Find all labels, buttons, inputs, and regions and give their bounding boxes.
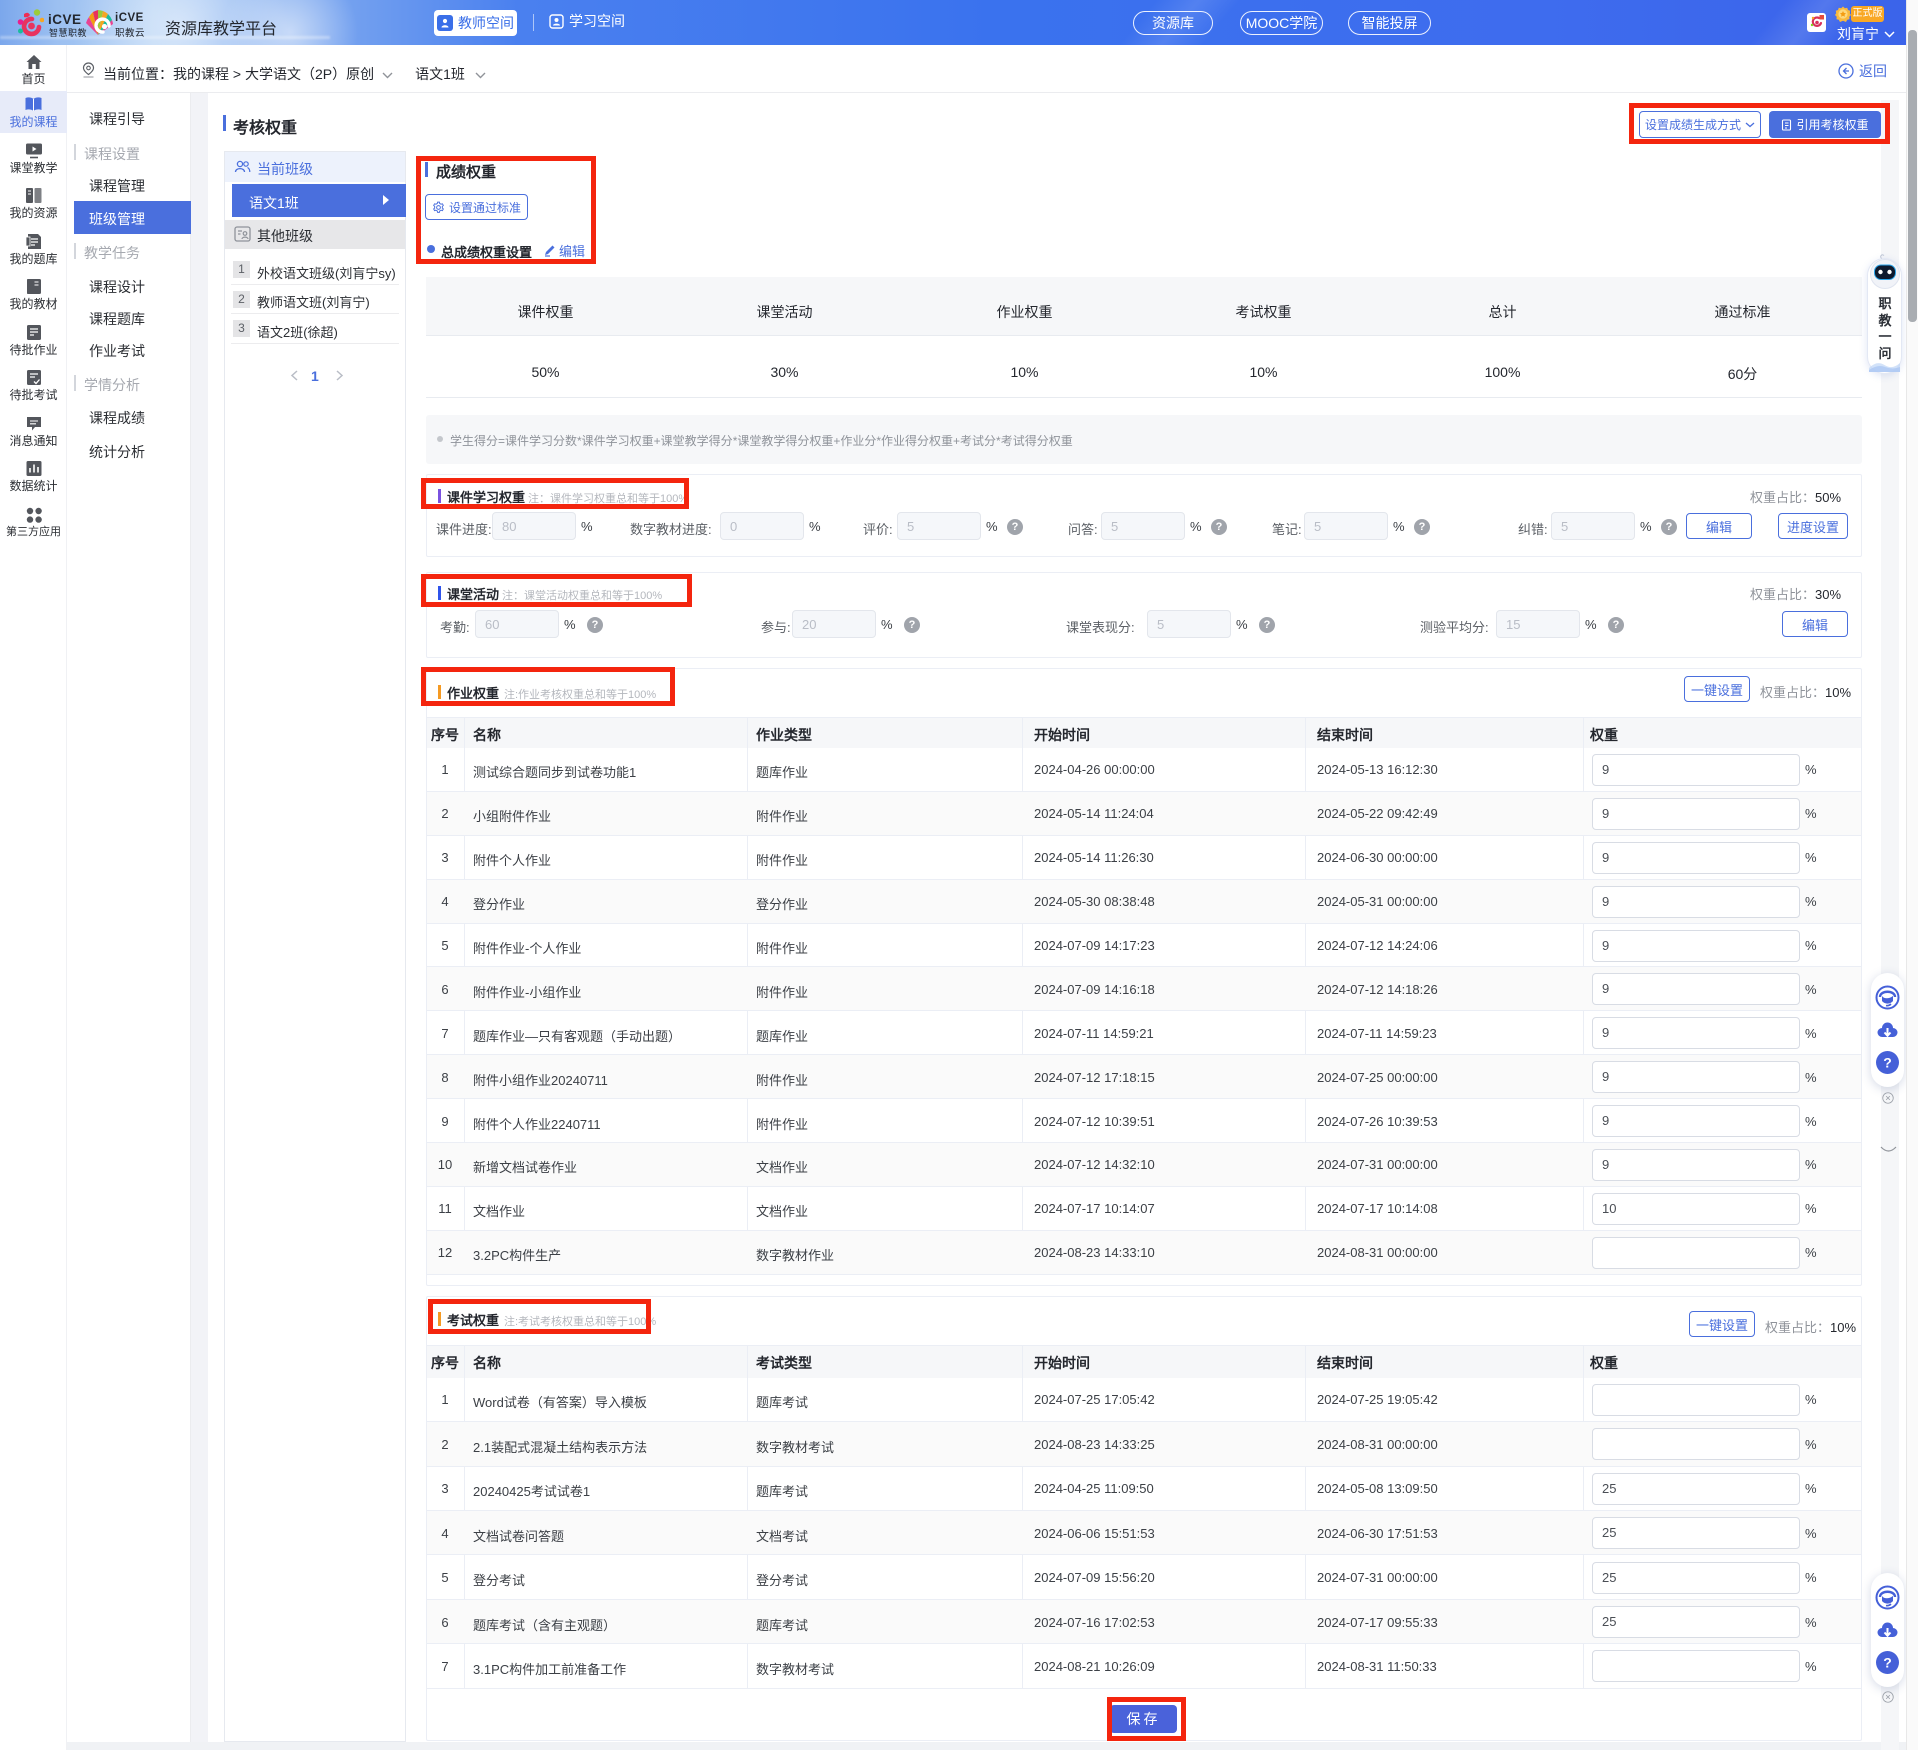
- svg-text:?: ?: [1883, 1655, 1892, 1671]
- svg-text:?: ?: [1883, 1055, 1892, 1071]
